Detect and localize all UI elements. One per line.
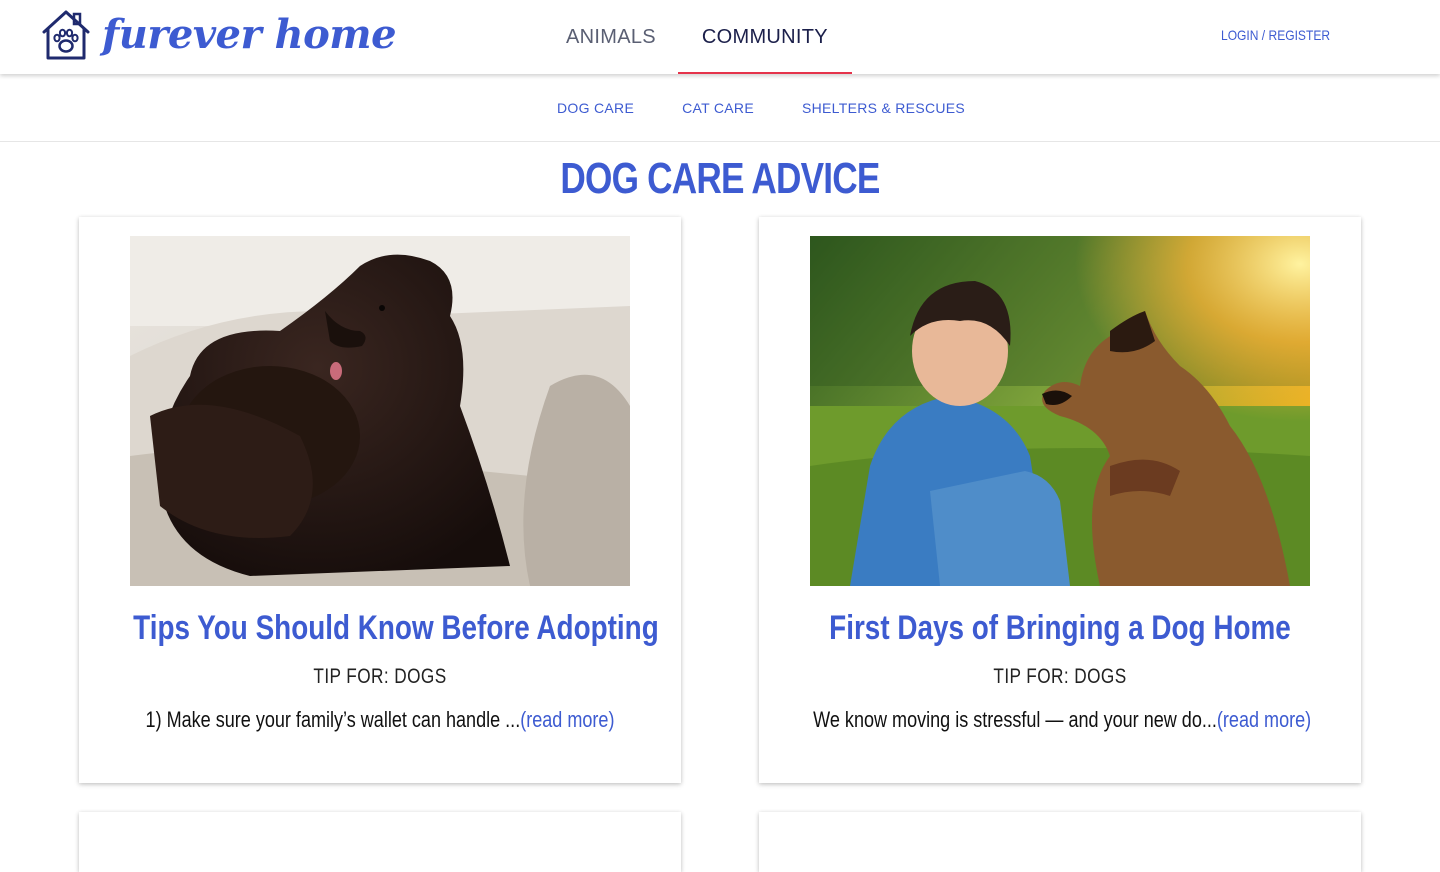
excerpt-text: 1) Make sure your family’s wallet can ha… (145, 707, 521, 732)
sub-nav: DOG CARE CAT CARE SHELTERS & RESCUES (0, 74, 1440, 142)
sub-nav-items: DOG CARE CAT CARE SHELTERS & RESCUES (557, 74, 1013, 142)
boy-with-dog-photo[interactable] (810, 236, 1310, 586)
house-paw-icon (42, 10, 90, 60)
article-card-partial (759, 812, 1361, 872)
article-card-partial (79, 812, 681, 872)
excerpt-text: We know moving is stressful — and your n… (813, 707, 1217, 732)
article-title[interactable]: Tips You Should Know Before Adopting (133, 609, 659, 648)
main-nav: ANIMALS COMMUNITY (544, 0, 852, 74)
article-card[interactable]: First Days of Bringing a Dog Home TIP FO… (759, 217, 1361, 783)
tip-tag: TIP FOR: DOGS (993, 665, 1127, 688)
tip-tag: TIP FOR: DOGS (313, 665, 447, 688)
subnav-shelters-rescues[interactable]: SHELTERS & RESCUES (802, 100, 965, 116)
article-excerpt: 1) Make sure your family’s wallet can ha… (133, 707, 627, 733)
newfoundland-dog-photo[interactable] (130, 236, 630, 586)
nav-animals[interactable]: ANIMALS (544, 0, 678, 74)
page-title: DOG CARE ADVICE (560, 154, 880, 203)
brand-name: furever home (102, 11, 397, 58)
article-excerpt: We know moving is stressful — and your n… (813, 707, 1311, 733)
subnav-cat-care[interactable]: CAT CARE (682, 100, 754, 116)
brand-logo[interactable]: furever home (40, 8, 397, 62)
read-more-link[interactable]: (read more) (1217, 707, 1311, 732)
login-register-link[interactable]: LOGIN / REGISTER (1221, 27, 1330, 43)
article-card[interactable]: Tips You Should Know Before Adopting TIP… (79, 217, 681, 783)
subnav-dog-care[interactable]: DOG CARE (557, 100, 634, 116)
article-title[interactable]: First Days of Bringing a Dog Home (813, 609, 1307, 648)
top-navbar: furever home ANIMALS COMMUNITY LOGIN / R… (0, 0, 1440, 74)
nav-community[interactable]: COMMUNITY (677, 0, 852, 74)
read-more-link[interactable]: (read more) (520, 707, 614, 732)
